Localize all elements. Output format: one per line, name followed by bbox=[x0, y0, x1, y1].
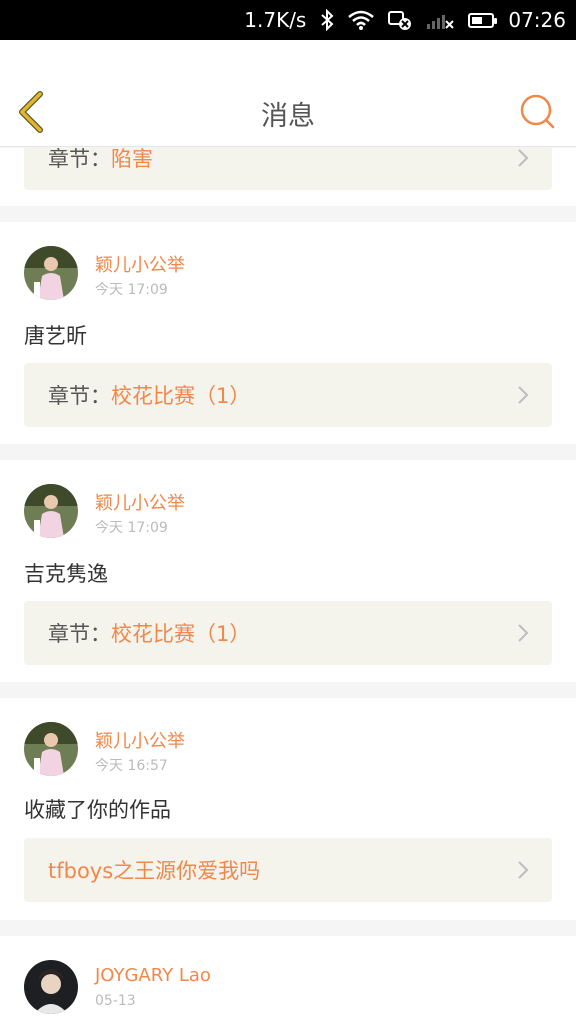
chapter-link[interactable]: 章节： 陷害 bbox=[24, 148, 552, 190]
work-link[interactable]: tfboys之王源你爱我吗 bbox=[24, 838, 552, 902]
chevron-right-icon bbox=[518, 624, 529, 642]
battery-fill bbox=[472, 16, 483, 24]
network-speed: 1.7K/s bbox=[244, 8, 307, 32]
username[interactable]: JOYGARY Lao bbox=[95, 965, 211, 986]
chevron-right-icon bbox=[518, 149, 529, 167]
timestamp: 05-13 bbox=[95, 993, 136, 1009]
avatar[interactable] bbox=[24, 960, 78, 1014]
avatar[interactable] bbox=[24, 246, 78, 300]
chapter-link[interactable]: 章节： 校花比赛（1） bbox=[24, 601, 552, 665]
message-card: 章节： 陷害 bbox=[0, 148, 576, 206]
status-bar: 1.7K/s 07:26 bbox=[0, 0, 576, 40]
clock: 07:26 bbox=[508, 8, 566, 32]
message-content: 唐艺昕 bbox=[24, 324, 87, 348]
avatar[interactable] bbox=[24, 484, 78, 538]
chapter-name: 校花比赛（1） bbox=[111, 384, 251, 408]
timestamp: 今天 16:57 bbox=[95, 758, 168, 774]
timestamp: 今天 17:09 bbox=[95, 282, 168, 298]
search-button[interactable] bbox=[518, 92, 556, 130]
search-icon bbox=[520, 94, 555, 129]
timestamp: 今天 17:09 bbox=[95, 520, 168, 536]
username[interactable]: 颖儿小公举 bbox=[95, 251, 185, 277]
nav-bar: 消息 bbox=[0, 40, 576, 147]
message-card: JOYGARY Lao 05-13 bbox=[0, 936, 576, 1024]
chapter-prefix: 章节： bbox=[48, 622, 111, 646]
wifi-icon bbox=[348, 10, 375, 30]
chapter-prefix: 章节： bbox=[48, 148, 111, 171]
message-feed[interactable]: 章节： 陷害 颖儿小公举 今天 17:09 唐艺昕 章节： 校花比赛（1） 颖儿… bbox=[0, 148, 576, 1024]
work-title: tfboys之王源你爱我吗 bbox=[48, 859, 261, 883]
chapter-name: 校花比赛（1） bbox=[111, 622, 251, 646]
message-card: 颖儿小公举 今天 17:09 吉克隽逸 章节： 校花比赛（1） bbox=[0, 460, 576, 682]
bluetooth-icon bbox=[320, 9, 334, 31]
message-content: 收藏了你的作品 bbox=[24, 798, 171, 822]
alarm-muted-icon bbox=[388, 9, 412, 31]
message-content: 吉克隽逸 bbox=[24, 562, 108, 586]
battery-icon bbox=[468, 12, 498, 28]
chapter-link[interactable]: 章节： 校花比赛（1） bbox=[24, 363, 552, 427]
no-signal-icon bbox=[426, 10, 455, 30]
message-card: 颖儿小公举 今天 17:09 唐艺昕 章节： 校花比赛（1） bbox=[0, 222, 576, 444]
chevron-right-icon bbox=[518, 386, 529, 404]
message-card: 颖儿小公举 今天 16:57 收藏了你的作品 tfboys之王源你爱我吗 bbox=[0, 698, 576, 920]
chapter-prefix: 章节： bbox=[48, 384, 111, 408]
username[interactable]: 颖儿小公举 bbox=[95, 727, 185, 753]
avatar[interactable] bbox=[24, 722, 78, 776]
page-title: 消息 bbox=[261, 101, 315, 132]
username[interactable]: 颖儿小公举 bbox=[95, 489, 185, 515]
chevron-right-icon bbox=[518, 861, 529, 879]
chapter-name: 陷害 bbox=[111, 148, 153, 171]
